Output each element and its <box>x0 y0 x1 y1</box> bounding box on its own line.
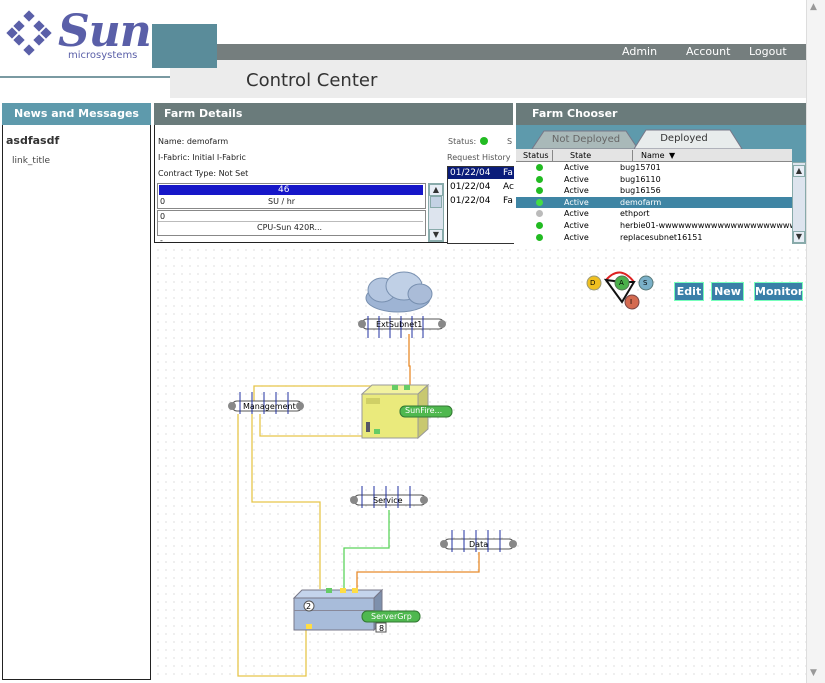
farm-status-label: Status: <box>448 137 477 146</box>
tab-deployed[interactable]: Deployed <box>636 129 732 149</box>
news-panel-header: News and Messages <box>2 103 151 125</box>
chooser-scroll-up[interactable]: ▲ <box>793 165 805 177</box>
col-sep <box>552 150 553 161</box>
farm-list[interactable]: Active bug15701 Active bug16110 Active bug161… <box>516 162 792 244</box>
su-meter-track <box>159 185 423 195</box>
details-scroll-down[interactable]: ▼ <box>429 229 443 241</box>
sun-logo-icon <box>6 10 52 56</box>
farm-details-header: Farm Details <box>154 103 513 125</box>
farm-state: Active <box>564 197 589 207</box>
page-scroll-up[interactable]: ▲ <box>810 2 817 12</box>
nav-admin-link[interactable]: Admin <box>622 45 657 58</box>
nav-account-link[interactable]: Account <box>686 45 730 58</box>
column-state[interactable]: State <box>570 151 591 160</box>
farm-name: herbie01-wwwwwwwwwwwwwwwwwwwwww <box>620 221 792 230</box>
farm-contract-label: Contract Type: Not Set <box>158 169 249 178</box>
farm-name: replacesubnet16151 <box>620 232 703 242</box>
status-dot-icon <box>536 198 543 206</box>
col-sep <box>632 150 633 161</box>
history-status: Fa <box>503 196 513 206</box>
farm-list-row[interactable]: Active herbie01-wwwwwwwwwwwwwwwwwwwwww <box>516 220 792 231</box>
logo-subtitle: microsystems <box>68 50 138 61</box>
farm-list-row[interactable]: Active bug15701 <box>516 162 792 173</box>
news-panel <box>2 125 151 680</box>
server-label[interactable]: SunFire... <box>405 406 442 415</box>
history-date: 01/22/04 <box>450 196 491 206</box>
farm-list-row[interactable]: Active ethport <box>516 208 792 219</box>
farm-name: bug15701 <box>620 163 661 172</box>
su-min: 0 <box>160 197 166 206</box>
ext-subnet-label[interactable]: ExtSubnet1 <box>376 320 422 329</box>
su-unit: SU / hr <box>268 197 296 206</box>
farm-ifabric-label: I-Fabric: Initial I-Fabric <box>158 153 246 162</box>
status-dot-icon <box>536 164 543 171</box>
sun-logo: Sun microsystems <box>6 6 152 64</box>
cpu-more: - <box>160 236 163 245</box>
service-label[interactable]: Service <box>373 496 403 505</box>
farm-state: Active <box>564 163 589 172</box>
status-dot-icon <box>536 222 543 229</box>
history-status: Fa <box>503 168 513 178</box>
page-scroll-down[interactable]: ▼ <box>810 668 817 678</box>
topology-diagram <box>228 271 517 677</box>
news-link[interactable]: link_title <box>12 156 50 166</box>
news-title: asdfasdf <box>6 134 60 147</box>
history-date: 01/22/04 <box>450 182 491 192</box>
farm-status-extra: S <box>507 137 513 146</box>
column-status[interactable]: Status <box>523 151 549 160</box>
farm-name: bug16156 <box>620 186 661 196</box>
farm-list-row[interactable]: Active bug16156 <box>516 185 792 196</box>
header-rule <box>0 76 170 78</box>
details-scroll-up[interactable]: ▲ <box>429 184 443 196</box>
history-status: Ac <box>503 182 514 192</box>
farm-state: Active <box>564 209 589 219</box>
details-scroll-thumb[interactable] <box>430 196 442 208</box>
column-name[interactable]: Name <box>641 151 665 160</box>
data-label[interactable]: Data <box>469 540 488 549</box>
history-date: 01/22/04 <box>450 168 491 178</box>
status-dot-icon <box>536 187 543 195</box>
server-group-label[interactable]: ServerGrp <box>371 612 412 621</box>
su-meter-fill <box>159 185 423 195</box>
tab-not-deployed[interactable]: Not Deployed <box>536 130 636 150</box>
group-count: 2 <box>306 602 312 611</box>
farm-state: Active <box>564 186 589 196</box>
status-ok-icon <box>480 137 488 145</box>
farm-state: Active <box>564 174 589 184</box>
header-accent-3 <box>170 44 217 50</box>
chooser-scroll-down[interactable]: ▼ <box>793 231 805 243</box>
cpu-divider <box>158 221 423 222</box>
su-value: 46 <box>278 185 290 195</box>
cpu-value: 0 <box>160 212 166 221</box>
request-history-list[interactable]: 01/22/04 Fa 01/22/04 Ac 01/22/04 Fa <box>447 166 514 244</box>
sort-desc-icon: ▼ <box>669 151 676 160</box>
status-dot-icon <box>536 175 543 183</box>
request-history-label: Request History <box>447 153 511 162</box>
farm-name: bug16110 <box>620 174 661 184</box>
internet-cloud-icon <box>365 271 433 313</box>
nav-logout-link[interactable]: Logout <box>749 45 787 58</box>
status-dot-icon <box>536 233 543 241</box>
farm-name: demofarm <box>620 197 662 207</box>
farm-name-label: Name: demofarm <box>158 137 229 146</box>
management-label[interactable]: Management <box>243 402 296 411</box>
cpu-name: CPU-Sun 420R... <box>257 223 323 232</box>
status-dot-icon <box>536 210 543 218</box>
farm-list-row[interactable]: Active bug16110 <box>516 174 792 185</box>
farm-name: ethport <box>620 209 650 219</box>
page-title: Control Center <box>246 70 378 91</box>
farm-list-row[interactable]: Active replacesubnet16151 <box>516 232 792 243</box>
farm-state: Active <box>564 232 589 242</box>
farm-list-row[interactable]: Active demofarm <box>516 196 792 208</box>
farm-state: Active <box>564 221 589 230</box>
farm-chooser-header: Farm Chooser <box>516 103 806 125</box>
page-scrollbar[interactable]: ▲ ▼ <box>806 0 825 683</box>
group-badge: 8 <box>379 624 385 633</box>
